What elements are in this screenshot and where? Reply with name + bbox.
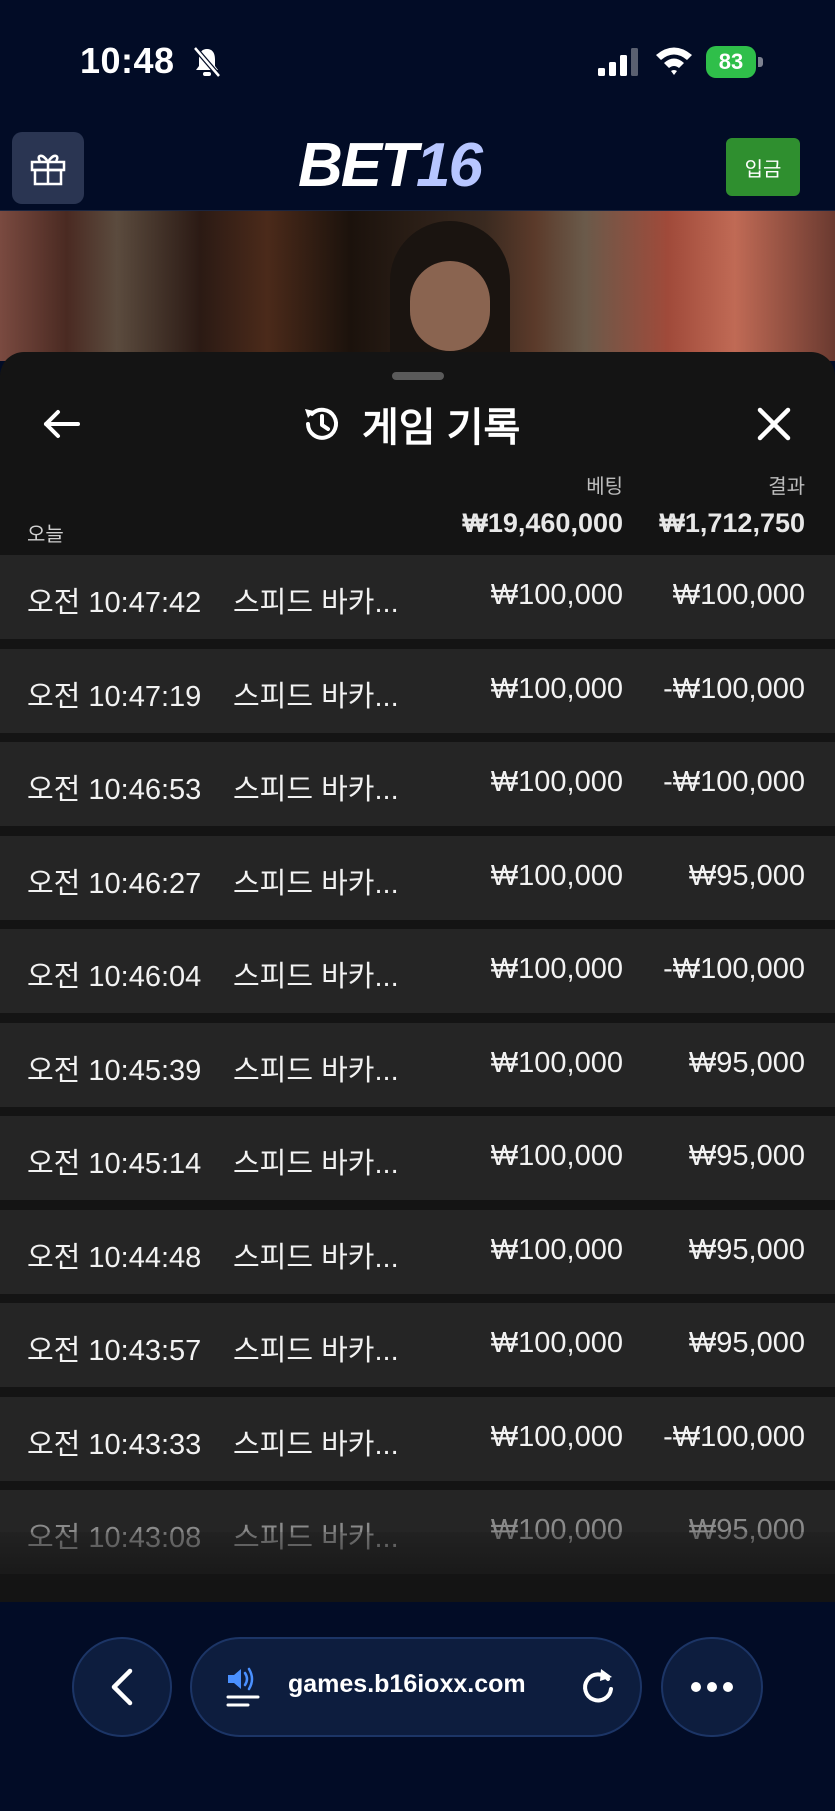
row-time: 오전 10:45:39 bbox=[27, 1054, 202, 1087]
live-video bbox=[0, 211, 835, 371]
row-result: -₩100,000 bbox=[663, 672, 805, 705]
row-bet: ₩100,000 bbox=[490, 672, 623, 705]
result-column-header: 결과 bbox=[768, 476, 805, 498]
row-bet: ₩100,000 bbox=[490, 859, 623, 892]
row-time: 오전 10:46:27 bbox=[27, 867, 202, 900]
history-row[interactable]: 오전 10:45:14 스피드 바카... ₩100,000 ₩95,000 bbox=[0, 1116, 835, 1200]
row-time: 오전 10:47:19 bbox=[27, 680, 202, 713]
row-result: ₩95,000 bbox=[688, 1327, 805, 1359]
row-time: 오전 10:45:14 bbox=[27, 1148, 202, 1180]
chevron-left-icon bbox=[111, 1668, 133, 1706]
row-game: 스피드 바카... bbox=[233, 1335, 399, 1367]
row-time: 오전 10:43:33 bbox=[27, 1428, 202, 1461]
bet-column-header: 베팅 bbox=[586, 476, 623, 498]
row-time: 오전 10:47:42 bbox=[27, 587, 202, 619]
gift-button[interactable] bbox=[12, 132, 84, 204]
row-game: 스피드 바카... bbox=[233, 961, 399, 993]
row-bet: ₩100,000 bbox=[490, 766, 623, 798]
row-time: 오전 10:46:53 bbox=[27, 774, 202, 806]
signal-icon bbox=[598, 48, 638, 76]
row-bet: ₩100,000 bbox=[490, 1327, 623, 1359]
row-result: ₩100,000 bbox=[672, 579, 805, 611]
deposit-button[interactable]: 입금 bbox=[726, 138, 800, 196]
close-button[interactable] bbox=[748, 398, 800, 450]
close-icon bbox=[757, 407, 791, 441]
game-history-panel: 게임 기록 베팅 결과 오늘 ₩19,460,000 ₩1,712,750 오전… bbox=[0, 352, 835, 1602]
row-result: -₩100,000 bbox=[663, 766, 805, 798]
row-game: 스피드 바카... bbox=[233, 1428, 399, 1461]
row-bet: ₩100,000 bbox=[490, 953, 623, 985]
history-row[interactable]: 오전 10:45:39 스피드 바카... ₩100,000 ₩95,000 bbox=[0, 1022, 835, 1107]
row-bet: ₩100,000 bbox=[490, 579, 623, 611]
history-row[interactable]: 오전 10:44:48 스피드 바카... ₩100,000 ₩95,000 bbox=[0, 1209, 835, 1294]
battery-tip bbox=[758, 57, 763, 67]
row-bet: ₩100,000 bbox=[490, 1046, 623, 1079]
row-bet: ₩100,000 bbox=[490, 1420, 623, 1453]
list-fade bbox=[0, 1532, 835, 1602]
speaker-icon bbox=[226, 1667, 260, 1707]
row-game: 스피드 바카... bbox=[233, 680, 399, 713]
row-game: 스피드 바카... bbox=[233, 587, 399, 619]
battery-indicator: 83 bbox=[706, 46, 764, 78]
row-time: 오전 10:44:48 bbox=[27, 1241, 202, 1274]
status-time: 10:48 bbox=[80, 40, 175, 81]
logo-part1: BET bbox=[298, 131, 418, 200]
url-text: games.b16ioxx.com bbox=[288, 1670, 526, 1698]
history-row[interactable]: 오전 10:46:27 스피드 바카... ₩100,000 ₩95,000 bbox=[0, 835, 835, 920]
back-button[interactable] bbox=[36, 398, 88, 450]
row-game: 스피드 바카... bbox=[233, 1241, 399, 1274]
history-row[interactable]: 오전 10:46:53 스피드 바카... ₩100,000 -₩100,000 bbox=[0, 742, 835, 826]
history-row[interactable]: 오전 10:46:04 스피드 바카... ₩100,000 -₩100,000 bbox=[0, 929, 835, 1013]
browser-back-button[interactable] bbox=[72, 1637, 172, 1737]
more-button[interactable] bbox=[661, 1637, 763, 1737]
bet16-logo: BET16 bbox=[298, 130, 483, 201]
drag-handle[interactable] bbox=[392, 372, 444, 380]
row-result: ₩95,000 bbox=[688, 1233, 805, 1266]
row-result: ₩95,000 bbox=[688, 1140, 805, 1172]
reload-icon[interactable] bbox=[578, 1665, 618, 1709]
history-row[interactable]: 오전 10:43:33 스피드 바카... ₩100,000 -₩100,000 bbox=[0, 1396, 835, 1481]
address-bar[interactable]: games.b16ioxx.com bbox=[190, 1637, 642, 1737]
history-row[interactable]: 오전 10:47:19 스피드 바카... ₩100,000 -₩100,000 bbox=[0, 648, 835, 733]
total-result: ₩1,712,750 bbox=[659, 508, 805, 538]
arrow-left-icon bbox=[44, 410, 80, 438]
status-bar: 10:48 83 bbox=[0, 0, 835, 122]
gift-icon bbox=[30, 154, 66, 186]
history-row[interactable]: 오전 10:43:57 스피드 바카... ₩100,000 ₩95,000 bbox=[0, 1303, 835, 1387]
today-label: 오늘 bbox=[27, 524, 64, 546]
row-result: ₩95,000 bbox=[688, 859, 805, 892]
panel-header: 게임 기록 bbox=[300, 396, 520, 452]
battery-level: 83 bbox=[706, 46, 756, 78]
row-time: 오전 10:43:57 bbox=[27, 1335, 202, 1367]
row-result: ₩95,000 bbox=[688, 1046, 805, 1079]
row-time: 오전 10:46:04 bbox=[27, 961, 202, 993]
logo-part2: 16 bbox=[416, 131, 483, 200]
wifi-icon bbox=[656, 47, 692, 75]
row-game: 스피드 바카... bbox=[233, 1148, 399, 1180]
total-bet: ₩19,460,000 bbox=[462, 508, 623, 538]
row-result: -₩100,000 bbox=[663, 953, 805, 985]
browser-bottom-bar: games.b16ioxx.com bbox=[0, 1602, 835, 1811]
app-header: BET16 입금 bbox=[0, 122, 835, 211]
panel-title: 게임 기록 bbox=[362, 406, 521, 450]
row-game: 스피드 바카... bbox=[233, 1054, 399, 1087]
video-dealer-face bbox=[410, 261, 490, 351]
row-result: -₩100,000 bbox=[663, 1420, 805, 1453]
row-game: 스피드 바카... bbox=[233, 774, 399, 806]
bell-off-icon bbox=[193, 46, 221, 78]
history-icon bbox=[305, 407, 338, 440]
row-bet: ₩100,000 bbox=[490, 1233, 623, 1266]
more-icon bbox=[691, 1682, 733, 1692]
row-bet: ₩100,000 bbox=[490, 1140, 623, 1172]
row-game: 스피드 바카... bbox=[233, 867, 399, 900]
history-row[interactable]: 오전 10:47:42 스피드 바카... ₩100,000 ₩100,000 bbox=[0, 555, 835, 639]
